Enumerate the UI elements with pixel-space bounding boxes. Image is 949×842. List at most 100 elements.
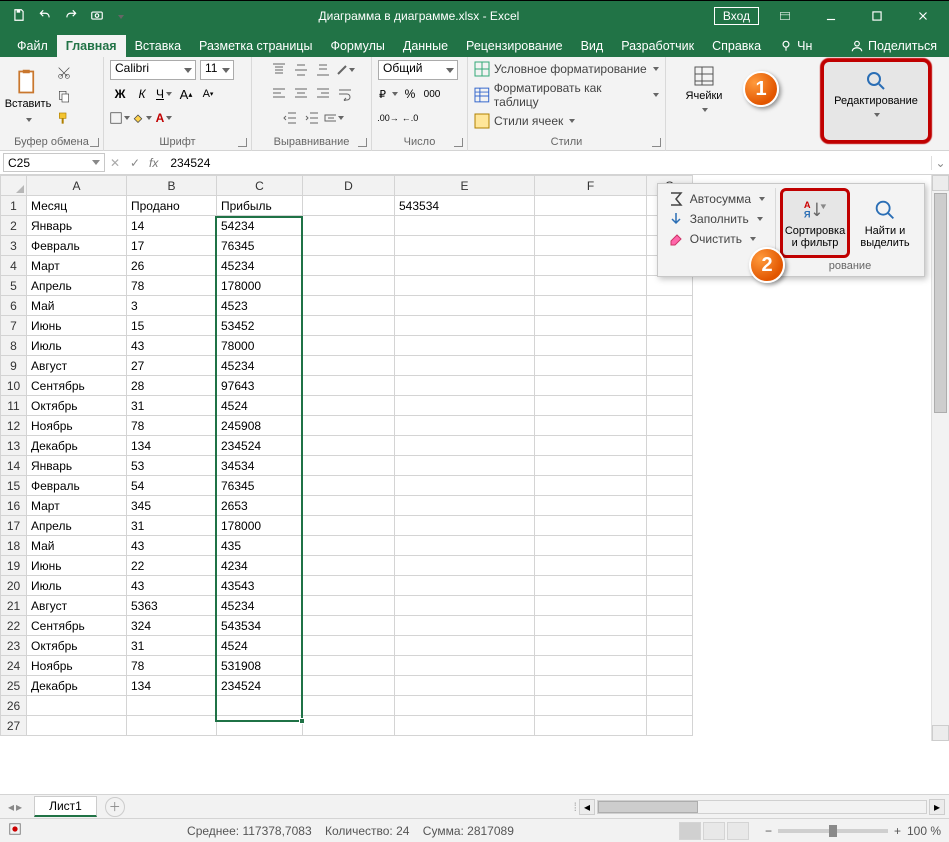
- clear-button[interactable]: Очистить: [666, 230, 767, 248]
- cell[interactable]: Ноябрь: [27, 656, 127, 676]
- col-header[interactable]: E: [395, 176, 535, 196]
- scroll-down-icon[interactable]: [932, 725, 949, 741]
- cell[interactable]: [303, 296, 395, 316]
- share-button[interactable]: Поделиться: [838, 35, 949, 57]
- cells-button[interactable]: Ячейки: [672, 60, 736, 120]
- row-header[interactable]: 21: [1, 596, 27, 616]
- cell[interactable]: [395, 316, 535, 336]
- cell[interactable]: [647, 716, 693, 736]
- scroll-right-icon[interactable]: ▸: [929, 799, 945, 815]
- row-header[interactable]: 9: [1, 356, 27, 376]
- fx-icon[interactable]: fx: [145, 156, 166, 170]
- cell[interactable]: Май: [27, 536, 127, 556]
- tab-file[interactable]: Файл: [8, 35, 57, 57]
- zoom-out-icon[interactable]: −: [765, 824, 772, 838]
- cell[interactable]: [647, 496, 693, 516]
- underline-button[interactable]: Ч: [154, 84, 174, 104]
- cell[interactable]: [303, 416, 395, 436]
- cell[interactable]: 4523: [217, 296, 303, 316]
- cell[interactable]: [535, 496, 647, 516]
- cell[interactable]: [647, 416, 693, 436]
- cell[interactable]: 53452: [217, 316, 303, 336]
- cut-icon[interactable]: [56, 65, 72, 84]
- cell[interactable]: [535, 376, 647, 396]
- cell[interactable]: [303, 236, 395, 256]
- cell[interactable]: [395, 476, 535, 496]
- row-header[interactable]: 8: [1, 336, 27, 356]
- cell[interactable]: 43543: [217, 576, 303, 596]
- cell[interactable]: Июнь: [27, 556, 127, 576]
- name-box[interactable]: C25: [3, 153, 105, 172]
- cell[interactable]: [647, 356, 693, 376]
- cell[interactable]: 134: [127, 676, 217, 696]
- cell[interactable]: Прибыль: [217, 196, 303, 216]
- row-header[interactable]: 18: [1, 536, 27, 556]
- cell[interactable]: 76345: [217, 236, 303, 256]
- cell[interactable]: [535, 436, 647, 456]
- zoom-slider[interactable]: [778, 829, 888, 833]
- cell[interactable]: [395, 456, 535, 476]
- vscroll-thumb[interactable]: [934, 193, 947, 413]
- borders-icon[interactable]: [110, 108, 130, 128]
- redo-icon[interactable]: [64, 8, 78, 25]
- row-header[interactable]: 4: [1, 256, 27, 276]
- cell[interactable]: [535, 296, 647, 316]
- maximize-icon[interactable]: [857, 2, 897, 30]
- currency-icon[interactable]: ₽: [378, 84, 398, 104]
- cell[interactable]: [535, 396, 647, 416]
- cell[interactable]: Март: [27, 256, 127, 276]
- cell[interactable]: [303, 476, 395, 496]
- row-header[interactable]: 11: [1, 396, 27, 416]
- cell[interactable]: Апрель: [27, 516, 127, 536]
- add-sheet-icon[interactable]: ＋: [105, 797, 125, 817]
- cell[interactable]: [395, 436, 535, 456]
- cell[interactable]: [647, 456, 693, 476]
- cell[interactable]: [395, 696, 535, 716]
- sort-filter-button[interactable]: АЯ Сортировка и фильтр: [780, 188, 850, 258]
- cell[interactable]: [303, 196, 395, 216]
- cell[interactable]: 27: [127, 356, 217, 376]
- login-button[interactable]: Вход: [714, 7, 759, 25]
- cell[interactable]: [303, 636, 395, 656]
- tab-help[interactable]: Справка: [703, 35, 770, 57]
- cell[interactable]: Ноябрь: [27, 416, 127, 436]
- cell[interactable]: [303, 576, 395, 596]
- row-header[interactable]: 5: [1, 276, 27, 296]
- font-color-icon[interactable]: A: [154, 108, 174, 128]
- cell[interactable]: 43: [127, 576, 217, 596]
- cell[interactable]: [303, 316, 395, 336]
- cell[interactable]: Февраль: [27, 236, 127, 256]
- cell[interactable]: [303, 596, 395, 616]
- cell[interactable]: [535, 716, 647, 736]
- cell[interactable]: 14: [127, 216, 217, 236]
- cell[interactable]: [535, 636, 647, 656]
- cancel-icon[interactable]: ✕: [105, 156, 125, 170]
- cell[interactable]: 97643: [217, 376, 303, 396]
- cell[interactable]: [535, 576, 647, 596]
- cell[interactable]: [535, 536, 647, 556]
- cell[interactable]: [535, 596, 647, 616]
- cell[interactable]: [395, 236, 535, 256]
- cell[interactable]: Сентябрь: [27, 376, 127, 396]
- sheet-last-icon[interactable]: ▸: [16, 800, 22, 814]
- col-header[interactable]: F: [535, 176, 647, 196]
- cell[interactable]: 4234: [217, 556, 303, 576]
- cell[interactable]: [303, 356, 395, 376]
- cell[interactable]: [535, 416, 647, 436]
- row-header[interactable]: 25: [1, 676, 27, 696]
- cell[interactable]: Апрель: [27, 276, 127, 296]
- comma-icon[interactable]: 000: [422, 84, 442, 104]
- decrease-decimal-icon[interactable]: ←.0: [400, 108, 420, 128]
- cell[interactable]: 245908: [217, 416, 303, 436]
- cell[interactable]: 4524: [217, 636, 303, 656]
- cell[interactable]: 345: [127, 496, 217, 516]
- cell[interactable]: [303, 516, 395, 536]
- cell[interactable]: 31: [127, 516, 217, 536]
- cell[interactable]: 234524: [217, 676, 303, 696]
- cell[interactable]: [395, 676, 535, 696]
- cell[interactable]: [395, 256, 535, 276]
- cell[interactable]: [647, 296, 693, 316]
- close-icon[interactable]: [903, 2, 943, 30]
- cell[interactable]: 178000: [217, 516, 303, 536]
- cell[interactable]: 45234: [217, 356, 303, 376]
